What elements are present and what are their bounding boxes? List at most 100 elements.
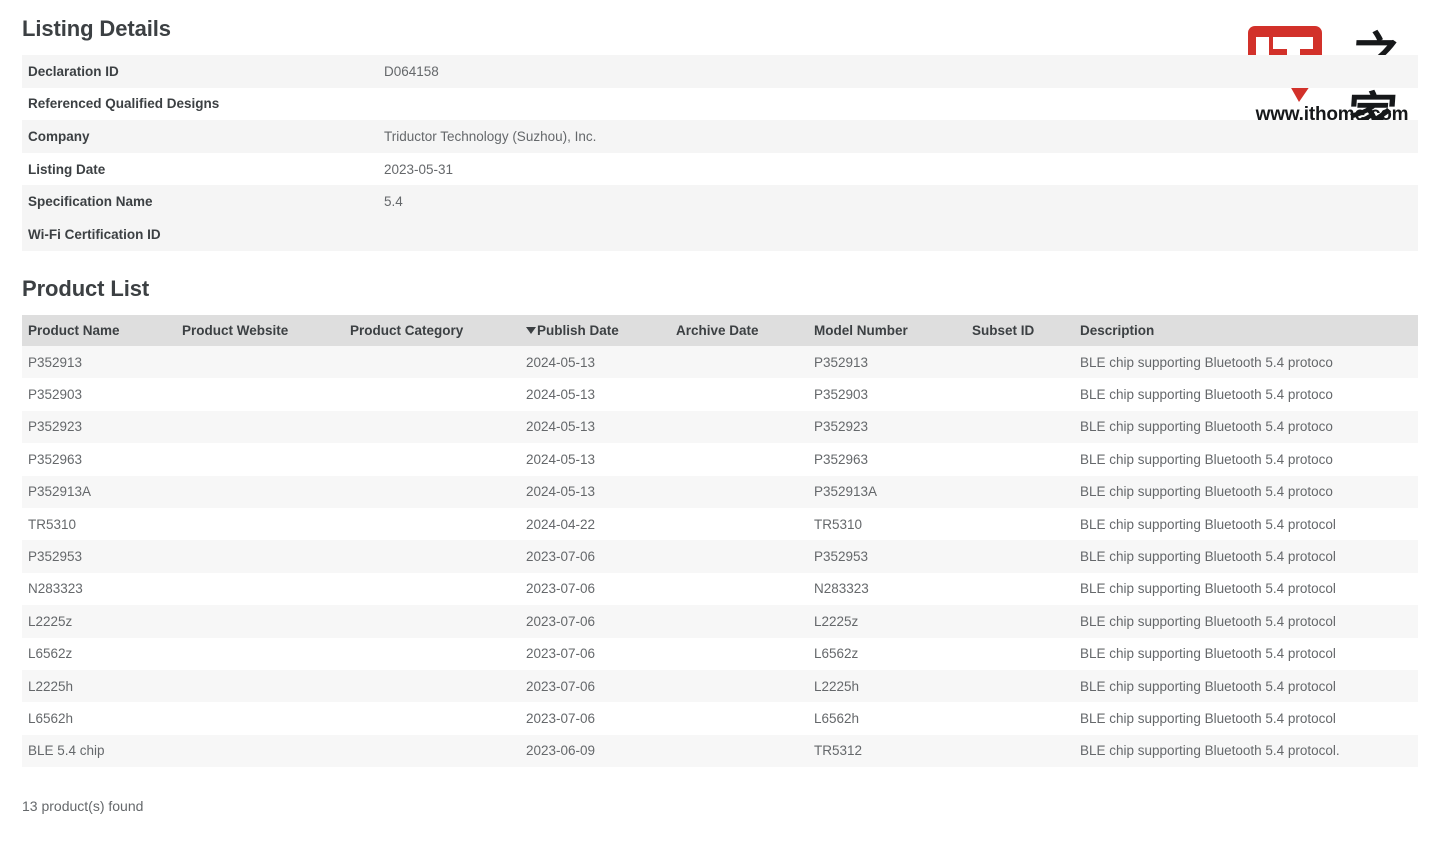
cell-archive-date [670,411,808,443]
cell-product-category [344,443,520,475]
column-header-model-number[interactable]: Model Number [808,315,966,346]
cell-description: BLE chip supporting Bluetooth 5.4 protoc… [1074,735,1418,767]
cell-subset-id [966,508,1074,540]
cell-description: BLE chip supporting Bluetooth 5.4 protoc… [1074,638,1418,670]
cell-subset-id [966,735,1074,767]
cell-product-category [344,476,520,508]
cell-product-name: TR5310 [22,508,176,540]
cell-publish-date: 2024-05-13 [520,476,670,508]
product-list-heading-wrap: Product List [22,276,149,302]
column-header-subset-id[interactable]: Subset ID [966,315,1074,346]
cell-model-number: P352913A [808,476,966,508]
cell-model-number: P352963 [808,443,966,475]
cell-publish-date: 2023-06-09 [520,735,670,767]
cell-product-category [344,573,520,605]
details-value [378,218,1418,251]
cell-product-website [176,411,344,443]
listing-details-page: 之家 www.ithome.com Listing Details Declar… [0,0,1440,842]
cell-product-website [176,378,344,410]
details-row: Listing Date 2023-05-31 [22,153,1418,186]
table-row[interactable]: P352903 2024-05-13 P352903 BLE chip supp… [22,378,1418,410]
cell-archive-date [670,540,808,572]
cell-product-category [344,702,520,734]
cell-description: BLE chip supporting Bluetooth 5.4 protoc… [1074,702,1418,734]
cell-archive-date [670,670,808,702]
caret-down-icon [526,327,536,334]
cell-product-name: L6562z [22,638,176,670]
table-row[interactable]: P352923 2024-05-13 P352923 BLE chip supp… [22,411,1418,443]
cell-model-number: TR5310 [808,508,966,540]
cell-product-name: P352903 [22,378,176,410]
details-row: Specification Name 5.4 [22,185,1418,218]
details-label: Wi-Fi Certification ID [22,218,378,251]
table-row[interactable]: TR5310 2024-04-22 TR5310 BLE chip suppor… [22,508,1418,540]
cell-description: BLE chip supporting Bluetooth 5.4 protoc… [1074,540,1418,572]
product-list-table: Product Name Product Website Product Cat… [22,315,1418,767]
cell-publish-date: 2023-07-06 [520,540,670,572]
cell-product-name: L2225z [22,605,176,637]
cell-product-website [176,476,344,508]
cell-product-category [344,638,520,670]
table-row[interactable]: P352953 2023-07-06 P352953 BLE chip supp… [22,540,1418,572]
cell-description: BLE chip supporting Bluetooth 5.4 protoc… [1074,378,1418,410]
cell-product-website [176,443,344,475]
cell-model-number: N283323 [808,573,966,605]
cell-subset-id [966,443,1074,475]
details-row: Referenced Qualified Designs [22,88,1418,121]
cell-product-name: P352913 [22,346,176,378]
cell-archive-date [670,443,808,475]
cell-model-number: TR5312 [808,735,966,767]
cell-product-name: N283323 [22,573,176,605]
details-value [378,88,1418,121]
column-header-archive-date[interactable]: Archive Date [670,315,808,346]
cell-product-website [176,508,344,540]
details-row: Declaration ID D064158 [22,55,1418,88]
cell-subset-id [966,411,1074,443]
cell-product-category [344,540,520,572]
column-header-product-name[interactable]: Product Name [22,315,176,346]
details-label: Declaration ID [22,55,378,88]
details-label: Specification Name [22,185,378,218]
table-row[interactable]: P352913A 2024-05-13 P352913A BLE chip su… [22,476,1418,508]
cell-publish-date: 2024-05-13 [520,346,670,378]
cell-description: BLE chip supporting Bluetooth 5.4 protoc… [1074,411,1418,443]
cell-product-website [176,638,344,670]
table-row[interactable]: L6562z 2023-07-06 L6562z BLE chip suppor… [22,638,1418,670]
cell-product-name: P352953 [22,540,176,572]
column-header-product-website[interactable]: Product Website [176,315,344,346]
product-table-header-row: Product Name Product Website Product Cat… [22,315,1418,346]
table-row[interactable]: L2225h 2023-07-06 L2225h BLE chip suppor… [22,670,1418,702]
table-row[interactable]: BLE 5.4 chip 2023-06-09 TR5312 BLE chip … [22,735,1418,767]
table-row[interactable]: N283323 2023-07-06 N283323 BLE chip supp… [22,573,1418,605]
cell-publish-date: 2024-04-22 [520,508,670,540]
cell-subset-id [966,573,1074,605]
cell-product-category [344,378,520,410]
cell-description: BLE chip supporting Bluetooth 5.4 protoc… [1074,670,1418,702]
details-label: Referenced Qualified Designs [22,88,378,121]
table-row[interactable]: L6562h 2023-07-06 L6562h BLE chip suppor… [22,702,1418,734]
cell-model-number: L2225z [808,605,966,637]
table-row[interactable]: P352913 2024-05-13 P352913 BLE chip supp… [22,346,1418,378]
product-list-heading: Product List [22,276,149,302]
cell-product-website [176,702,344,734]
cell-subset-id [966,638,1074,670]
table-row[interactable]: L2225z 2023-07-06 L2225z BLE chip suppor… [22,605,1418,637]
details-label: Company [22,120,378,153]
column-header-publish-date[interactable]: Publish Date [520,315,670,346]
cell-model-number: L2225h [808,670,966,702]
cell-model-number: P352913 [808,346,966,378]
cell-model-number: P352923 [808,411,966,443]
details-value: D064158 [378,55,1418,88]
cell-subset-id [966,702,1074,734]
cell-product-website [176,540,344,572]
cell-product-name: P352913A [22,476,176,508]
column-header-description[interactable]: Description [1074,315,1418,346]
listing-details-table: Declaration ID D064158 Referenced Qualif… [22,55,1418,251]
cell-publish-date: 2024-05-13 [520,411,670,443]
cell-product-website [176,735,344,767]
table-row[interactable]: P352963 2024-05-13 P352963 BLE chip supp… [22,443,1418,475]
result-count-label: 13 product(s) found [22,798,143,814]
column-header-product-category[interactable]: Product Category [344,315,520,346]
cell-product-website [176,346,344,378]
cell-model-number: L6562z [808,638,966,670]
